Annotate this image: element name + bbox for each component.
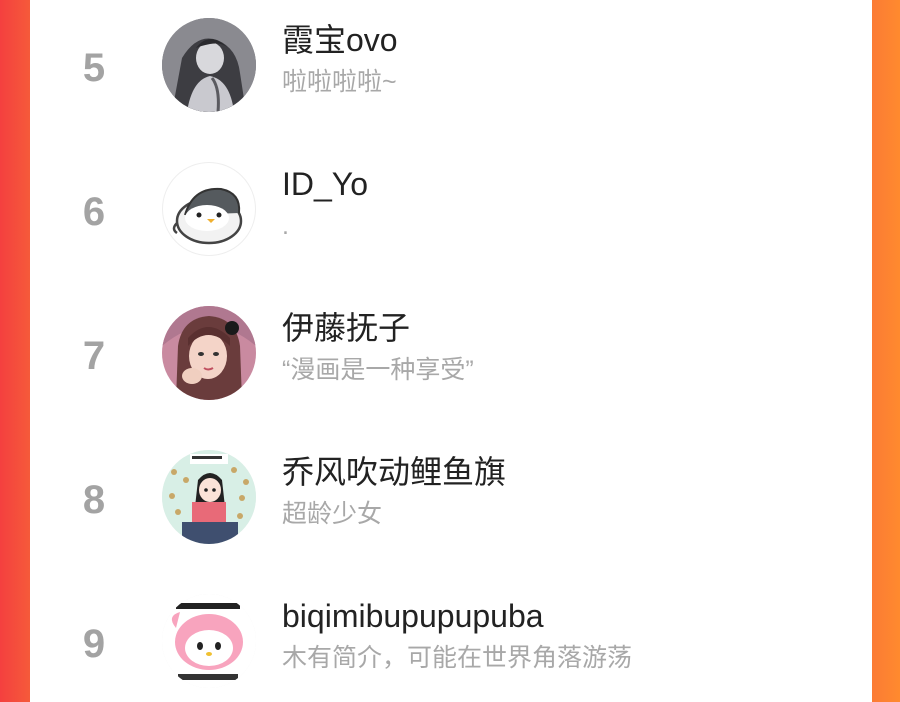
rank-number: 6 (82, 190, 106, 234)
user-name[interactable]: biqimibupupupuba (282, 596, 544, 636)
rank-number: 5 (82, 46, 106, 90)
list-item[interactable]: 5 霞宝ovo 啦啦啦啦~ (30, 8, 872, 112)
avatar-illustration-couple-icon[interactable] (162, 18, 256, 112)
avatar-girl-photo-icon[interactable] (162, 306, 256, 400)
avatar-comic-girl-icon[interactable] (162, 450, 256, 544)
user-bio: “漫画是一种享受” (282, 356, 474, 384)
user-bio: 啦啦啦啦~ (282, 68, 397, 96)
rank-number: 9 (82, 622, 106, 666)
rank-number: 8 (82, 478, 106, 522)
list-item[interactable]: 6 ID_Yo . (30, 152, 872, 256)
list-item[interactable]: 7 伊藤抚子 “漫画是一种享受” (30, 296, 872, 400)
user-name[interactable]: 霞宝ovo (282, 20, 398, 60)
avatar-pink-rabbit-icon[interactable] (162, 594, 256, 688)
user-name[interactable]: 伊藤抚子 (282, 308, 410, 348)
list-item[interactable]: 8 乔风吹动鲤鱼旗 超龄少女 (30, 440, 872, 544)
user-name[interactable]: ID_Yo (282, 164, 368, 204)
list-item[interactable]: 9 biqimibupupupuba 木有简介，可能在世界角落游荡 (30, 584, 872, 688)
user-bio: 超龄少女 (282, 500, 383, 528)
rank-number: 7 (82, 334, 106, 378)
user-bio: . (282, 212, 289, 240)
avatar-penguin-icon[interactable] (162, 162, 256, 256)
user-bio: 木有简介，可能在世界角落游荡 (282, 644, 633, 672)
user-ranking-list: 5 霞宝ovo 啦啦啦啦~ 6 ID_Yo . 7 伊藤抚子 “漫画是一种享受”… (30, 0, 872, 702)
user-name[interactable]: 乔风吹动鲤鱼旗 (282, 452, 506, 492)
